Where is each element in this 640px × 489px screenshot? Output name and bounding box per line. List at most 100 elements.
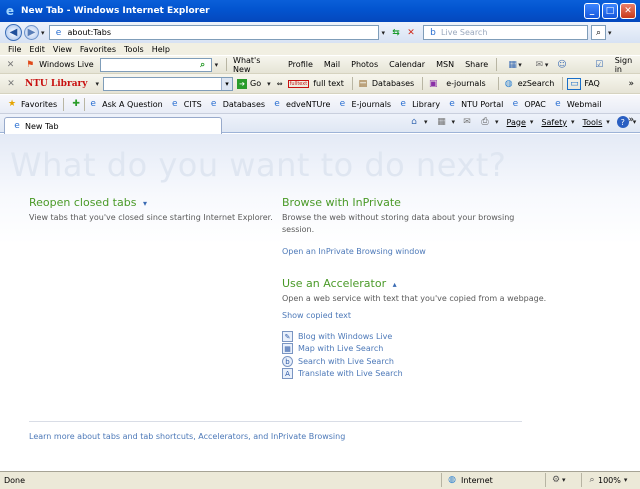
home-dropdown-icon[interactable]: ▾: [424, 118, 428, 126]
accelerator-translate-link[interactable]: A Translate with Live Search: [282, 368, 403, 379]
address-dropdown-icon[interactable]: ▾: [382, 29, 386, 37]
minimize-button[interactable]: _: [584, 3, 600, 19]
ntu-library-brand[interactable]: NTU Library: [25, 79, 88, 89]
ntu-go-button[interactable]: ➔ Go: [237, 78, 261, 89]
close-toolbar-icon[interactable]: ✕: [5, 59, 16, 71]
fav-library[interactable]: e Library: [397, 98, 440, 110]
menu-tools[interactable]: Tools: [124, 45, 144, 54]
fav-webmail[interactable]: e Webmail: [552, 98, 601, 110]
menu-help[interactable]: Help: [152, 45, 170, 54]
windows-live-search-dropdown-icon[interactable]: ▾: [215, 61, 219, 69]
ntu-brand-dropdown-icon[interactable]: ▾: [96, 80, 100, 88]
page-menu-dropdown-icon[interactable]: ▾: [530, 118, 534, 126]
forward-button[interactable]: ▶: [24, 25, 39, 40]
protected-mode[interactable]: ⚙ ▾: [545, 473, 581, 487]
ntu-search-dropdown-icon[interactable]: ▾: [221, 77, 233, 90]
ntu-databases-button[interactable]: ▤ Databases: [357, 78, 415, 90]
accelerator-heading[interactable]: Use an Accelerator ▴: [282, 277, 397, 290]
fav-edventure[interactable]: e edveNTUre: [271, 98, 330, 110]
fav-e-journals[interactable]: e E-journals: [336, 98, 391, 110]
tab-new-tab[interactable]: e New Tab: [4, 117, 222, 134]
wl-share-link[interactable]: Share: [465, 60, 488, 69]
menu-favorites[interactable]: Favorites: [80, 45, 116, 54]
accelerator-map-link[interactable]: ▦ Map with Live Search: [282, 343, 383, 354]
stop-icon[interactable]: ✕: [405, 27, 417, 39]
wl-profile-link[interactable]: Profile: [288, 60, 313, 69]
wl-mail-icon[interactable]: ✉: [534, 59, 545, 71]
read-mail-icon[interactable]: ✉: [461, 116, 473, 128]
back-button[interactable]: ◀: [5, 24, 22, 41]
wl-photos-link[interactable]: Photos: [351, 60, 378, 69]
reopen-closed-tabs-heading[interactable]: Reopen closed tabs ▾: [29, 196, 147, 209]
ntu-faq-button[interactable]: ▭ FAQ: [567, 77, 600, 90]
address-input[interactable]: e about:Tabs: [48, 25, 379, 40]
ntu-search-input[interactable]: ▾: [103, 76, 234, 91]
favorites-button[interactable]: ★ Favorites: [6, 98, 57, 110]
accelerator-search-link[interactable]: b Search with Live Search: [282, 356, 394, 367]
close-button[interactable]: ✕: [620, 3, 636, 19]
home-icon[interactable]: ⌂: [408, 116, 420, 128]
expand-chevron-icon[interactable]: ▾: [143, 199, 147, 208]
fav-cits[interactable]: e CITS: [169, 98, 202, 110]
windows-live-label: Windows Live: [39, 60, 94, 69]
windows-live-search-input[interactable]: ⌕: [99, 57, 212, 72]
wl-mail-dropdown-icon[interactable]: ▾: [545, 61, 549, 69]
print-dropdown-icon[interactable]: ▾: [495, 118, 499, 126]
show-copied-text-link[interactable]: Show copied text: [282, 311, 351, 320]
toolbar-overflow-icon[interactable]: »: [628, 79, 634, 89]
menu-view[interactable]: View: [53, 45, 72, 54]
search-button-icon[interactable]: ⌕: [591, 25, 607, 40]
wl-spaces-icon[interactable]: ▦: [507, 59, 518, 71]
live-search-go-icon[interactable]: ⌕: [197, 59, 209, 71]
open-inprivate-link[interactable]: Open an InPrivate Browsing window: [282, 247, 426, 256]
feeds-icon[interactable]: ▦: [436, 116, 448, 128]
ntu-ejournals-button[interactable]: ▣ e-journals: [427, 78, 486, 90]
refresh-icon[interactable]: ⇆: [390, 27, 402, 39]
fulltext-badge: fulltext: [287, 79, 310, 88]
ntu-ezsearch-button[interactable]: ◍ ezSearch: [503, 78, 555, 90]
fav-opac[interactable]: e OPAC: [509, 98, 546, 110]
windows-live-brand[interactable]: ⚑ Windows Live: [24, 59, 94, 71]
fav-databases[interactable]: e Databases: [208, 98, 265, 110]
wl-whats-new-link[interactable]: What's New: [233, 56, 277, 74]
add-to-favorites-icon[interactable]: ✚: [70, 98, 82, 110]
zoom-control[interactable]: ⌕ 100% ▾: [581, 473, 633, 487]
page-menu[interactable]: Page: [507, 118, 526, 127]
tools-menu[interactable]: Tools: [583, 118, 603, 127]
maximize-button[interactable]: □: [602, 3, 618, 19]
feeds-dropdown-icon[interactable]: ▾: [452, 118, 456, 126]
close-toolbar-icon[interactable]: ✕: [5, 78, 17, 90]
menu-edit[interactable]: Edit: [29, 45, 45, 54]
zoom-dropdown-icon[interactable]: ▾: [624, 476, 628, 484]
search-options-icon[interactable]: ▾: [608, 29, 612, 37]
wl-messenger-icon[interactable]: ☺: [556, 59, 567, 71]
protected-mode-dropdown-icon[interactable]: ▾: [562, 476, 566, 484]
wl-sign-in-link[interactable]: Sign in: [615, 56, 640, 74]
status-text: Done: [4, 476, 26, 485]
collapse-chevron-icon[interactable]: ▴: [393, 280, 397, 289]
help-icon[interactable]: ?: [616, 116, 629, 128]
wl-mail-link[interactable]: Mail: [324, 60, 340, 69]
accelerator-blog-link[interactable]: ✎ Blog with Windows Live: [282, 331, 392, 342]
wl-calendar-link[interactable]: Calendar: [389, 60, 425, 69]
wl-options-icon[interactable]: ☑: [594, 59, 605, 71]
history-dropdown-icon[interactable]: ▾: [41, 29, 45, 37]
wl-msn-link[interactable]: MSN: [436, 60, 454, 69]
safety-menu-dropdown-icon[interactable]: ▾: [571, 118, 575, 126]
security-zone[interactable]: ◍ Internet: [441, 473, 545, 487]
wl-spaces-dropdown-icon[interactable]: ▾: [518, 61, 522, 69]
learn-more-link[interactable]: Learn more about tabs and tab shortcuts,…: [29, 432, 345, 441]
menu-file[interactable]: File: [8, 45, 21, 54]
print-icon[interactable]: ⎙: [479, 116, 491, 128]
ntu-go-dropdown-icon[interactable]: ▾: [267, 80, 271, 88]
ntu-fulltext-link[interactable]: full text: [313, 79, 344, 88]
search-placeholder: Live Search: [441, 28, 488, 37]
tools-menu-dropdown-icon[interactable]: ▾: [606, 118, 610, 126]
safety-menu[interactable]: Safety: [541, 118, 567, 127]
command-bar-overflow-icon[interactable]: »: [628, 115, 634, 125]
page-icon: e: [171, 99, 178, 109]
search-input[interactable]: b Live Search: [423, 25, 589, 40]
fav-ntu-portal[interactable]: e NTU Portal: [446, 98, 503, 110]
fav-ask-a-question[interactable]: e Ask A Question: [87, 98, 162, 110]
fav-label: Library: [412, 99, 441, 109]
